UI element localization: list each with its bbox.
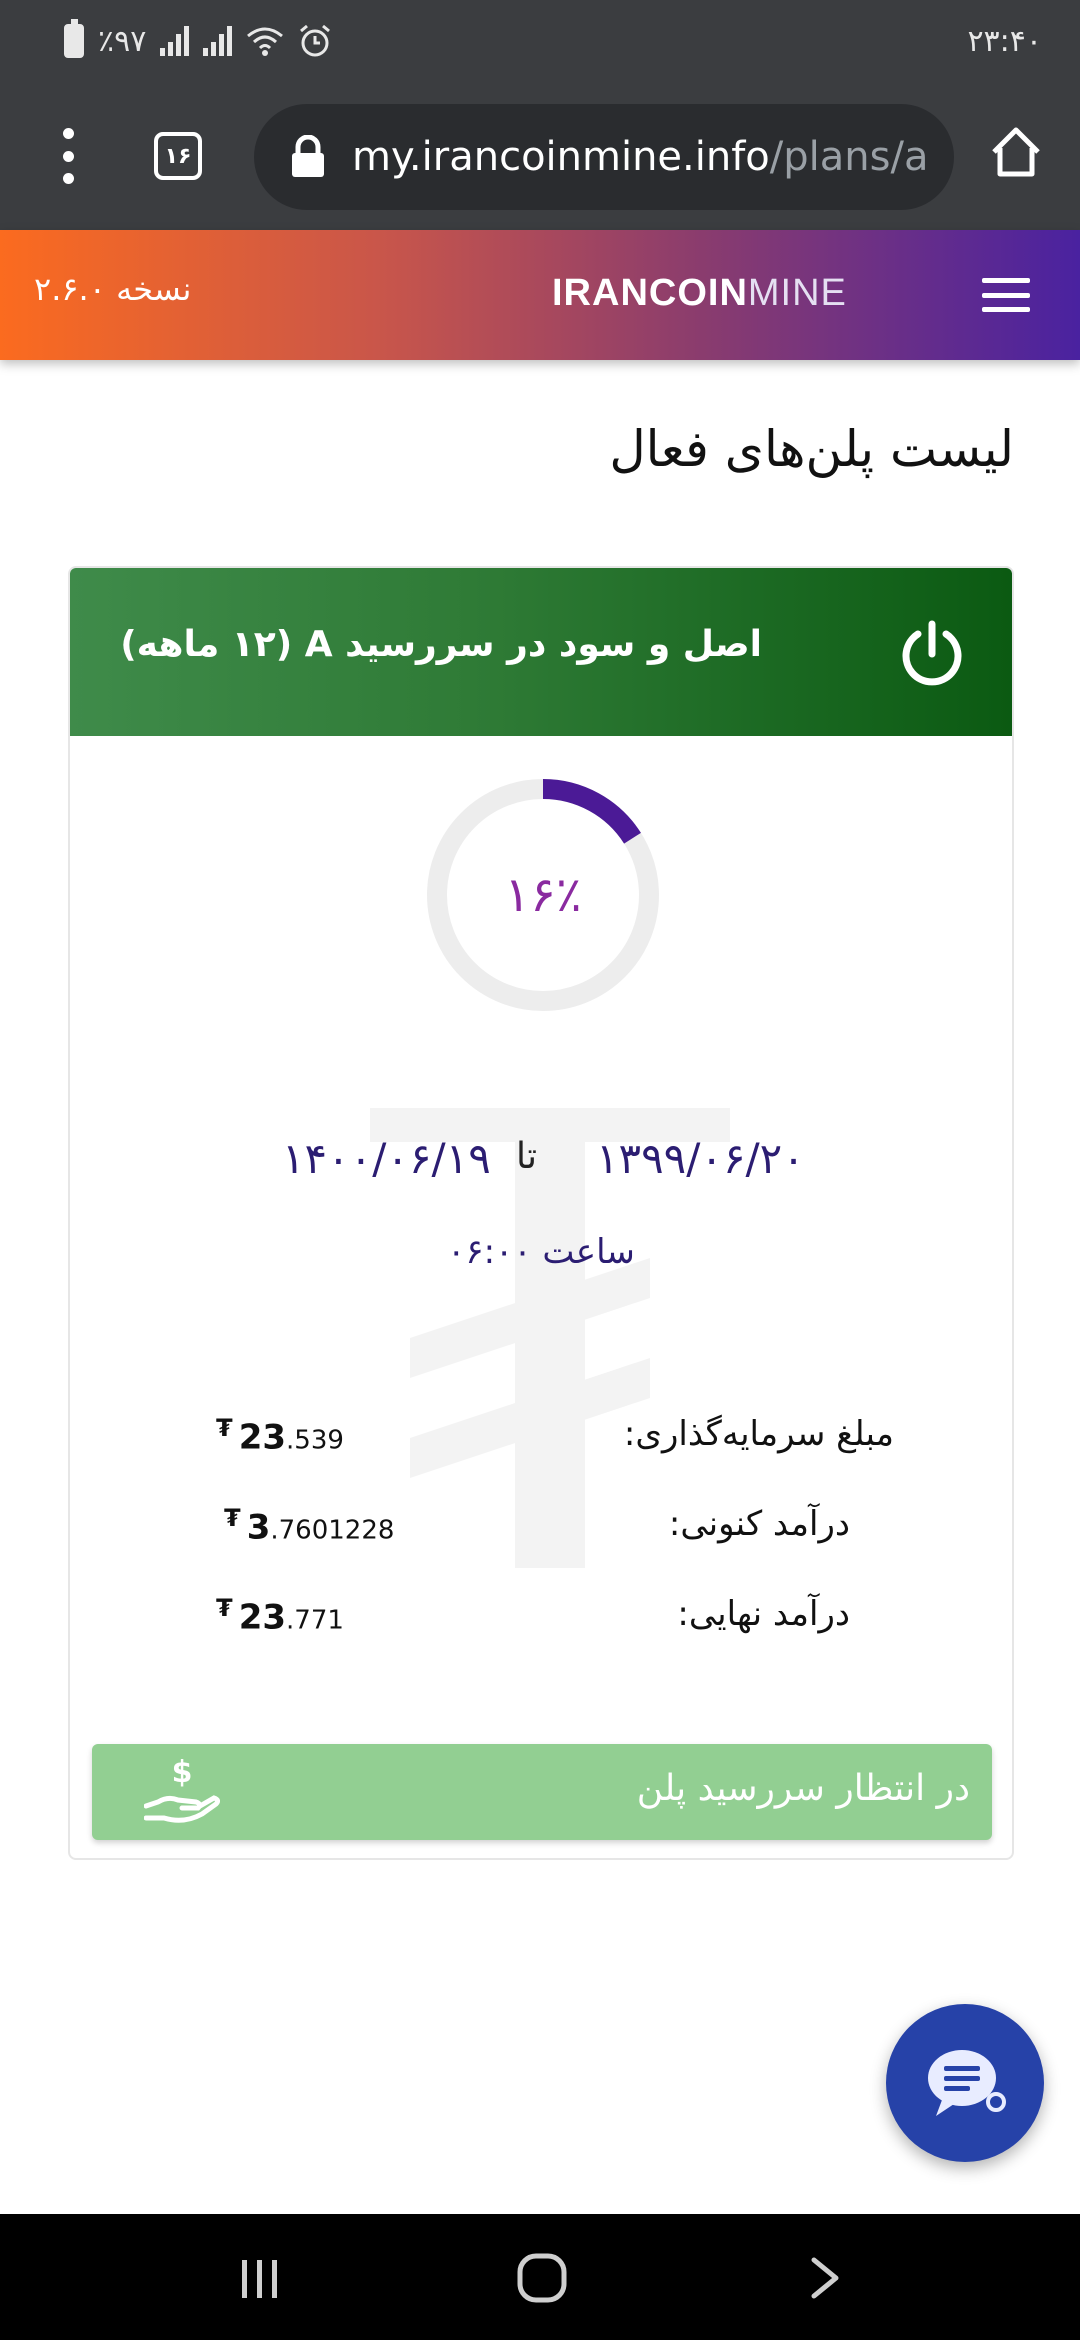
investment-amount-value: ₮ 23.539 xyxy=(216,1414,344,1458)
back-icon[interactable] xyxy=(808,2256,842,2300)
start-date: ۱۳۹۹/۰۶/۲۰ xyxy=(596,1134,805,1183)
url-host: my.irancoinmine.info xyxy=(352,134,770,180)
logo-light: MINE xyxy=(747,272,847,314)
final-income-label: درآمد نهایی: xyxy=(677,1594,850,1634)
lock-icon xyxy=(292,135,324,177)
url-text: my.irancoinmine.info/plans/a xyxy=(352,134,928,180)
plan-card: اصل و سود در سررسید A (۱۲ ماهه) ۱۶٪ ۱۳۹۹… xyxy=(68,566,1014,1860)
menu-kebab-icon[interactable] xyxy=(60,128,76,184)
plan-card-header: اصل و سود در سررسید A (۱۲ ماهه) xyxy=(70,568,1012,736)
tab-switcher-button[interactable]: ۱۶ xyxy=(154,132,202,180)
awaiting-maturity-label: در انتظار سررسید پلن xyxy=(636,1768,970,1809)
system-home-icon[interactable] xyxy=(516,2252,568,2304)
page-title: لیست پلن‌های فعال xyxy=(609,420,1014,478)
chat-icon xyxy=(928,2050,1006,2116)
site-logo[interactable]: IRANCOINMINE xyxy=(552,272,847,315)
status-bar: ٪۹۷ ۲۳:۴۰ xyxy=(0,0,1080,82)
logo-bold: IRANCOIN xyxy=(552,272,748,314)
battery-icon xyxy=(64,19,84,58)
system-nav-bar xyxy=(0,2214,1080,2340)
plan-title: اصل و سود در سررسید A (۱۲ ماهه) xyxy=(120,624,762,665)
signal-icon xyxy=(160,26,190,56)
recents-icon[interactable] xyxy=(238,2258,282,2300)
money-hand-icon: $ xyxy=(144,1756,220,1823)
browser-toolbar: ۱۶ my.irancoinmine.info/plans/a xyxy=(0,82,1080,230)
progress-percent: ۱۶٪ xyxy=(504,867,582,923)
url-path: /plans/a xyxy=(769,134,929,180)
start-time: ساعت ۰۶:۰۰ xyxy=(447,1232,635,1272)
address-bar[interactable]: my.irancoinmine.info/plans/a xyxy=(254,104,954,210)
power-icon[interactable] xyxy=(896,618,968,690)
wifi-icon xyxy=(247,27,284,56)
version-label: نسخه ۲.۶.۰ xyxy=(34,270,192,308)
current-income-label: درآمد کنونی: xyxy=(668,1504,850,1544)
status-icons: ٪۹۷ xyxy=(64,19,332,59)
hamburger-menu-icon[interactable] xyxy=(982,278,1030,312)
final-income-value: ₮ 23.771 xyxy=(216,1594,344,1638)
clock: ۲۳:۴۰ xyxy=(967,23,1042,59)
end-date: ۱۴۰۰/۰۶/۱۹ xyxy=(282,1134,491,1183)
awaiting-maturity-button[interactable]: در انتظار سررسید پلن $ xyxy=(92,1744,992,1840)
alarm-icon xyxy=(300,24,331,57)
date-separator: تا xyxy=(516,1136,537,1177)
current-income-value: ₮ 3.7601228 xyxy=(224,1504,395,1548)
home-icon[interactable] xyxy=(988,124,1044,180)
site-header: نسخه ۲.۶.۰ IRANCOINMINE xyxy=(0,230,1080,360)
signal-icon-2 xyxy=(203,26,233,56)
battery-percent: ٪۹۷ xyxy=(98,23,147,59)
chat-support-button[interactable] xyxy=(886,2004,1044,2162)
svg-text:$: $ xyxy=(172,1756,193,1790)
investment-amount-label: مبلغ سرمایه‌گذاری: xyxy=(623,1414,894,1454)
